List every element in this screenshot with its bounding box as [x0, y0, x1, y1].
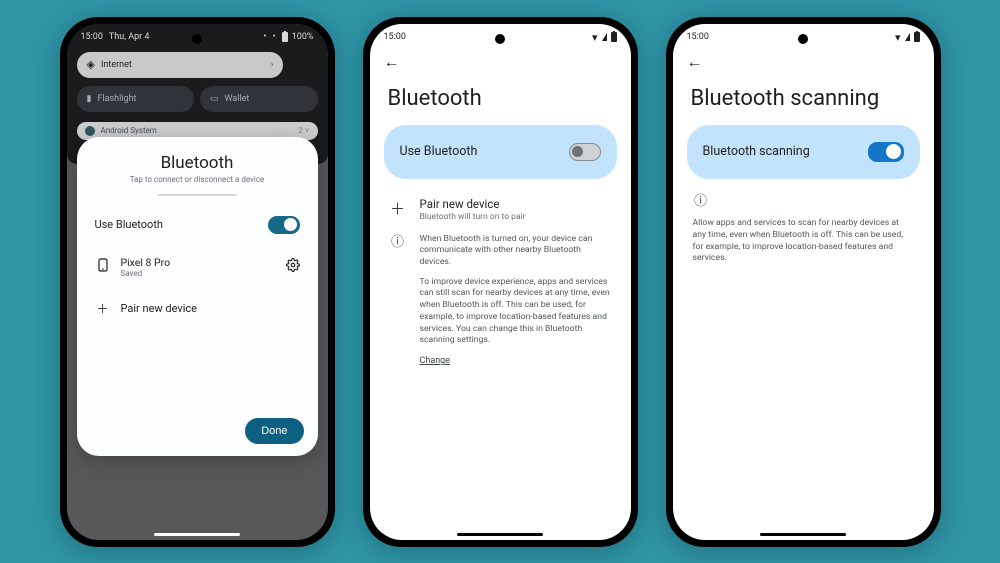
qs-tile-internet[interactable]: ◈ Internet ›: [77, 52, 284, 78]
bluetooth-scanning-label: Bluetooth scanning: [703, 144, 810, 159]
android-system-avatar-icon: [85, 126, 95, 136]
status-time: 15:00: [81, 32, 103, 42]
chevron-right-icon: ›: [271, 60, 274, 70]
scanning-description: Allow apps and services to scan for near…: [673, 212, 934, 265]
cell-signal-icon: [602, 33, 607, 41]
use-bluetooth-label: Use Bluetooth: [400, 144, 478, 159]
camera-punch-hole: [798, 34, 808, 44]
pair-new-device-label: Pair new device: [121, 302, 197, 315]
info-paragraph-2: To improve device experience, apps and s…: [420, 277, 611, 347]
wifi-icon: ▾: [895, 32, 901, 43]
pair-new-device-row[interactable]: ＋ Pair new device Bluetooth will turn on…: [370, 191, 631, 232]
use-bluetooth-row[interactable]: Use Bluetooth: [93, 210, 302, 240]
use-bluetooth-label: Use Bluetooth: [95, 218, 164, 231]
sheet-divider: [157, 194, 237, 196]
notification-collapse-indicator: 2 ˅: [298, 126, 309, 135]
back-arrow-icon[interactable]: ←: [687, 52, 703, 71]
info-icon: ⓘ: [693, 193, 709, 211]
status-time: 15:00: [384, 32, 406, 42]
camera-punch-hole: [192, 34, 202, 44]
qs-tile-label: Wallet: [225, 94, 250, 104]
battery-icon: [282, 32, 288, 42]
qs-tile-label: Flashlight: [97, 94, 136, 104]
bluetooth-sheet: Bluetooth Tap to connect or disconnect a…: [77, 137, 318, 456]
device-row-pixel-8-pro[interactable]: Pixel 8 Pro Saved: [93, 250, 302, 284]
device-settings-gear-icon[interactable]: [286, 258, 300, 275]
pair-new-device-label: Pair new device: [420, 197, 526, 211]
phone-icon: [95, 258, 111, 275]
status-dots-icon: • •: [263, 32, 277, 42]
page-title: Bluetooth: [370, 78, 631, 125]
bluetooth-scanning-toggle[interactable]: [868, 142, 904, 162]
status-date: Thu, Apr 4: [109, 32, 150, 42]
info-paragraph-1: When Bluetooth is turned on, your device…: [420, 234, 611, 269]
flashlight-icon: ▮: [87, 94, 92, 104]
qs-tile-wallet[interactable]: ▭ Wallet: [200, 86, 318, 112]
home-indicator[interactable]: [154, 533, 240, 536]
bluetooth-scanning-card[interactable]: Bluetooth scanning: [687, 125, 920, 179]
change-link[interactable]: Change: [420, 356, 451, 366]
cell-signal-icon: [905, 33, 910, 41]
home-indicator[interactable]: [457, 533, 543, 536]
camera-punch-hole: [495, 34, 505, 44]
wifi-icon: ◈: [87, 59, 95, 70]
back-arrow-icon[interactable]: ←: [384, 52, 400, 71]
status-battery-pct: 100%: [292, 32, 314, 42]
device-status: Saved: [121, 269, 171, 278]
phone-quick-settings-bluetooth: 15:00 Thu, Apr 4 • • 100% ◈ Internet › ▮…: [60, 17, 335, 547]
bluetooth-info-block: ⓘ When Bluetooth is turned on, your devi…: [370, 232, 631, 368]
pair-new-device-sublabel: Bluetooth will turn on to pair: [420, 212, 526, 222]
info-icon: ⓘ: [390, 234, 406, 368]
pair-new-device-row[interactable]: ＋ Pair new device: [93, 294, 302, 323]
use-bluetooth-card[interactable]: Use Bluetooth: [384, 125, 617, 179]
battery-icon: [611, 32, 617, 42]
plus-icon: ＋: [95, 300, 111, 317]
sheet-title: Bluetooth: [93, 153, 302, 173]
battery-icon: [914, 32, 920, 42]
phone-bluetooth-scanning-settings: 15:00 ▾ ← Bluetooth scanning Bluetooth s…: [666, 17, 941, 547]
scanning-info-icon-row: ⓘ: [673, 191, 934, 213]
qs-tile-label: Internet: [101, 60, 132, 70]
use-bluetooth-toggle[interactable]: [268, 216, 300, 234]
status-time: 15:00: [687, 32, 709, 42]
wifi-icon: ▾: [592, 32, 598, 43]
page-title: Bluetooth scanning: [673, 78, 934, 125]
done-button[interactable]: Done: [245, 418, 303, 444]
plus-icon: ＋: [390, 198, 406, 219]
sheet-subtitle: Tap to connect or disconnect a device: [93, 175, 302, 184]
use-bluetooth-toggle[interactable]: [569, 143, 601, 161]
qs-tile-flashlight[interactable]: ▮ Flashlight: [77, 86, 195, 112]
wallet-icon: ▭: [210, 94, 219, 104]
phone-bluetooth-settings: 15:00 ▾ ← Bluetooth Use Bluetooth ＋ Pair…: [363, 17, 638, 547]
notification-title: Android System: [101, 126, 157, 135]
device-name: Pixel 8 Pro: [121, 256, 171, 269]
home-indicator[interactable]: [760, 533, 846, 536]
